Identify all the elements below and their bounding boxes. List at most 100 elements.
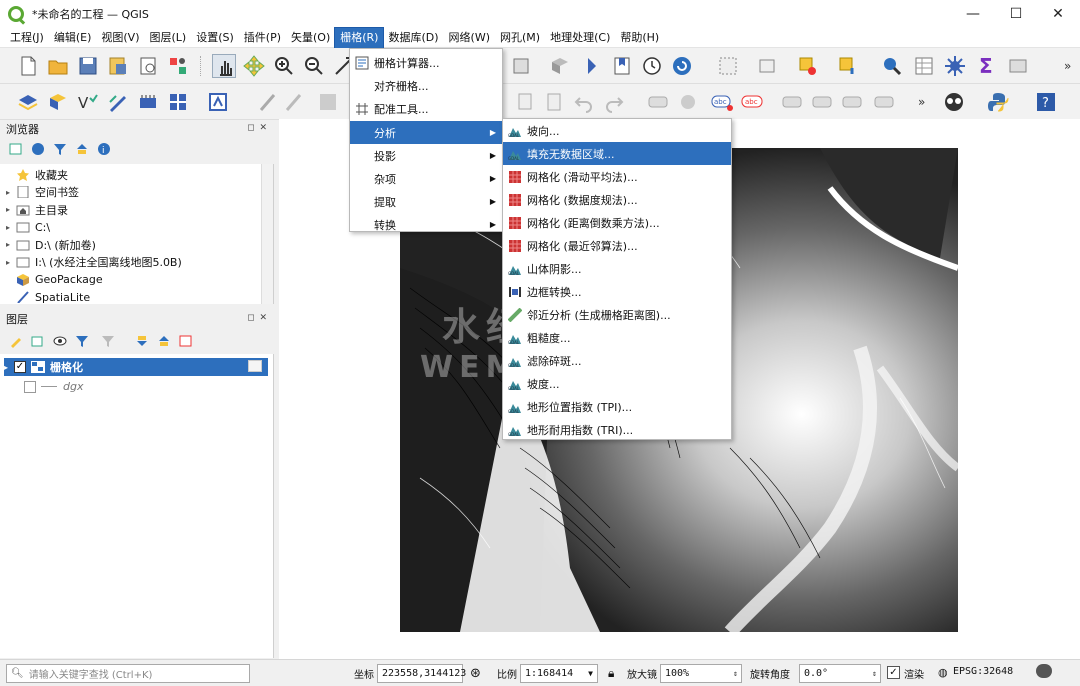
filter-browser-icon[interactable]	[52, 141, 68, 157]
statistical-summary-icon[interactable]: Σ	[974, 54, 998, 78]
label-abc-red-icon[interactable]: abc	[740, 90, 764, 114]
attribute-table-icon[interactable]	[912, 54, 936, 78]
pin-label-icon[interactable]	[676, 90, 700, 114]
collapse-all-layers-icon[interactable]	[156, 333, 172, 349]
redo-icon[interactable]	[602, 90, 626, 114]
expand-arrow-icon[interactable]: ▸	[6, 240, 16, 249]
browser-item-0[interactable]: 收藏夹	[6, 166, 68, 183]
expand-arrow-icon[interactable]: ▸	[6, 205, 16, 214]
label-abc-icon[interactable]: abc	[710, 90, 734, 114]
minimize-button[interactable]: —	[951, 0, 995, 28]
toolbar2-overflow-icon[interactable]: »	[912, 90, 926, 114]
data-source-manager-icon[interactable]	[16, 90, 40, 114]
analysis-menu-item-8[interactable]: 邻近分析 (生成栅格距离图)...	[503, 303, 731, 326]
analysis-menu-item-1[interactable]: GDAL 填充无数据区域...	[503, 142, 731, 165]
maximize-button[interactable]: ☐	[994, 0, 1038, 28]
menu-5[interactable]: 插件(P)	[239, 28, 286, 48]
select-features-expression-icon[interactable]	[836, 54, 860, 78]
add-raster-layer-icon[interactable]	[166, 90, 190, 114]
browser-item-2[interactable]: ▸ 主目录	[6, 201, 68, 218]
layer-row-dgx[interactable]: dgx	[24, 378, 83, 395]
raster-menu-item-0[interactable]: 栅格计算器...	[350, 51, 502, 74]
remove-layer-icon[interactable]	[178, 333, 194, 349]
menu-10[interactable]: 网孔(M)	[495, 28, 545, 48]
menu-4[interactable]: 设置(S)	[191, 28, 239, 48]
print-layout-icon[interactable]	[136, 54, 160, 78]
toggle-extents-icon[interactable]: ⊛	[470, 666, 481, 681]
manage-visibility-icon[interactable]	[52, 333, 68, 349]
expand-all-icon[interactable]	[134, 333, 150, 349]
deselect-icon[interactable]	[756, 54, 780, 78]
raster-menu-item-2[interactable]: 配准工具...	[350, 97, 502, 120]
save-project-icon[interactable]	[76, 54, 100, 78]
new-3d-view-icon[interactable]	[548, 54, 572, 78]
layer-visibility-checkbox-dgx[interactable]	[24, 380, 36, 393]
digitize-icon[interactable]	[106, 90, 130, 114]
refresh-browser-icon[interactable]	[30, 141, 46, 157]
plugin-owl-icon[interactable]	[942, 90, 966, 114]
raster-menu-item-7[interactable]: 转换 ▶	[350, 213, 502, 236]
analysis-menu-item-10[interactable]: GDAL 滤除碎斑...	[503, 349, 731, 372]
undo-icon[interactable]	[572, 90, 596, 114]
style-manager-icon[interactable]	[166, 54, 190, 78]
analysis-menu-item-7[interactable]: 边框转换...	[503, 280, 731, 303]
lock-scale-icon[interactable]: 🔒︎	[608, 666, 614, 681]
edit-pencil-icon[interactable]	[282, 90, 306, 114]
layer-styling-icon[interactable]	[206, 90, 230, 114]
render-checkbox[interactable]: ✓	[887, 666, 900, 679]
crs-label[interactable]: EPSG:32648	[953, 666, 1013, 677]
menu-1[interactable]: 编辑(E)	[49, 28, 97, 48]
menu-12[interactable]: 帮助(H)	[615, 28, 664, 48]
analysis-menu-item-4[interactable]: 网格化 (距离倒数乘方法)...	[503, 211, 731, 234]
magnifier-spinbox[interactable]: 100% ⇕	[660, 664, 742, 683]
save-as-icon[interactable]	[106, 54, 130, 78]
panel-float-close-icon[interactable]: ◻ ✕	[247, 123, 268, 133]
layer-row-rasterized[interactable]: ▸ ✓ 栅格化	[4, 358, 268, 376]
filter-legend-icon[interactable]	[74, 333, 90, 349]
new-project-icon[interactable]	[16, 54, 40, 78]
analysis-menu-item-12[interactable]: GDAL 地形位置指数 (TPI)...	[503, 395, 731, 418]
toolbar-overflow-icon[interactable]: »	[1058, 54, 1072, 78]
messages-icon[interactable]	[1036, 664, 1052, 678]
menu-3[interactable]: 图层(L)	[144, 28, 191, 48]
menu-7[interactable]: 栅格(R)	[334, 26, 385, 49]
label-tool-icon[interactable]	[646, 90, 670, 114]
rotate-label-icon[interactable]	[780, 90, 804, 114]
add-group-icon[interactable]	[30, 333, 46, 349]
magnifier-stepper-icon[interactable]: ⇕	[733, 669, 738, 678]
browser-scrollbar[interactable]	[261, 164, 273, 304]
clock-icon[interactable]	[640, 54, 664, 78]
browser-item-4[interactable]: ▸ D:\ (新加卷)	[6, 236, 96, 253]
analysis-menu-item-13[interactable]: GDAL 地形耐用指数 (TRI)...	[503, 418, 731, 441]
scale-dropdown-icon[interactable]: ▼	[588, 669, 593, 678]
analysis-menu-item-2[interactable]: 网格化 (滑动平均法)...	[503, 165, 731, 188]
rotation-stepper-icon[interactable]: ⇕	[872, 669, 877, 678]
temporal-controller-icon[interactable]	[582, 54, 606, 78]
globe-icon[interactable]: ◍	[938, 666, 948, 679]
analysis-menu-item-6[interactable]: GDAL 山体阴影...	[503, 257, 731, 280]
save-edits-icon[interactable]	[316, 90, 340, 114]
select-by-value-icon[interactable]	[796, 54, 820, 78]
raster-menu-item-6[interactable]: 提取 ▶	[350, 190, 502, 213]
browser-item-1[interactable]: ▸ 空间书签	[6, 184, 79, 201]
browser-item-3[interactable]: ▸ C:\	[6, 219, 50, 236]
expand-arrow-icon[interactable]: ▸	[4, 363, 14, 372]
processing-toolbox-icon[interactable]	[943, 54, 967, 78]
identify-features-icon[interactable]	[880, 54, 904, 78]
add-selected-layers-icon[interactable]	[8, 141, 24, 157]
scale-combo[interactable]: 1:168414 ▼	[520, 664, 598, 683]
select-features-icon[interactable]	[716, 54, 740, 78]
menu-11[interactable]: 地理处理(C)	[545, 28, 615, 48]
layer-visibility-checkbox[interactable]: ✓	[14, 361, 26, 373]
add-vector-layer-icon[interactable]	[46, 90, 70, 114]
coordinate-field[interactable]: 223558,3144123	[377, 664, 466, 683]
menu-6[interactable]: 矢量(O)	[286, 28, 335, 48]
show-labels-icon[interactable]	[840, 90, 864, 114]
raster-menu-item-1[interactable]: 对齐栅格...	[350, 74, 502, 97]
analysis-menu-item-5[interactable]: 网格化 (最近邻算法)...	[503, 234, 731, 257]
zoom-out-icon[interactable]	[302, 54, 326, 78]
expand-arrow-icon[interactable]: ▸	[6, 223, 16, 232]
new-map-view-icon[interactable]	[510, 54, 534, 78]
analysis-menu-item-11[interactable]: GDAL 坡度...	[503, 372, 731, 395]
add-delimited-text-icon[interactable]: V	[76, 90, 100, 114]
